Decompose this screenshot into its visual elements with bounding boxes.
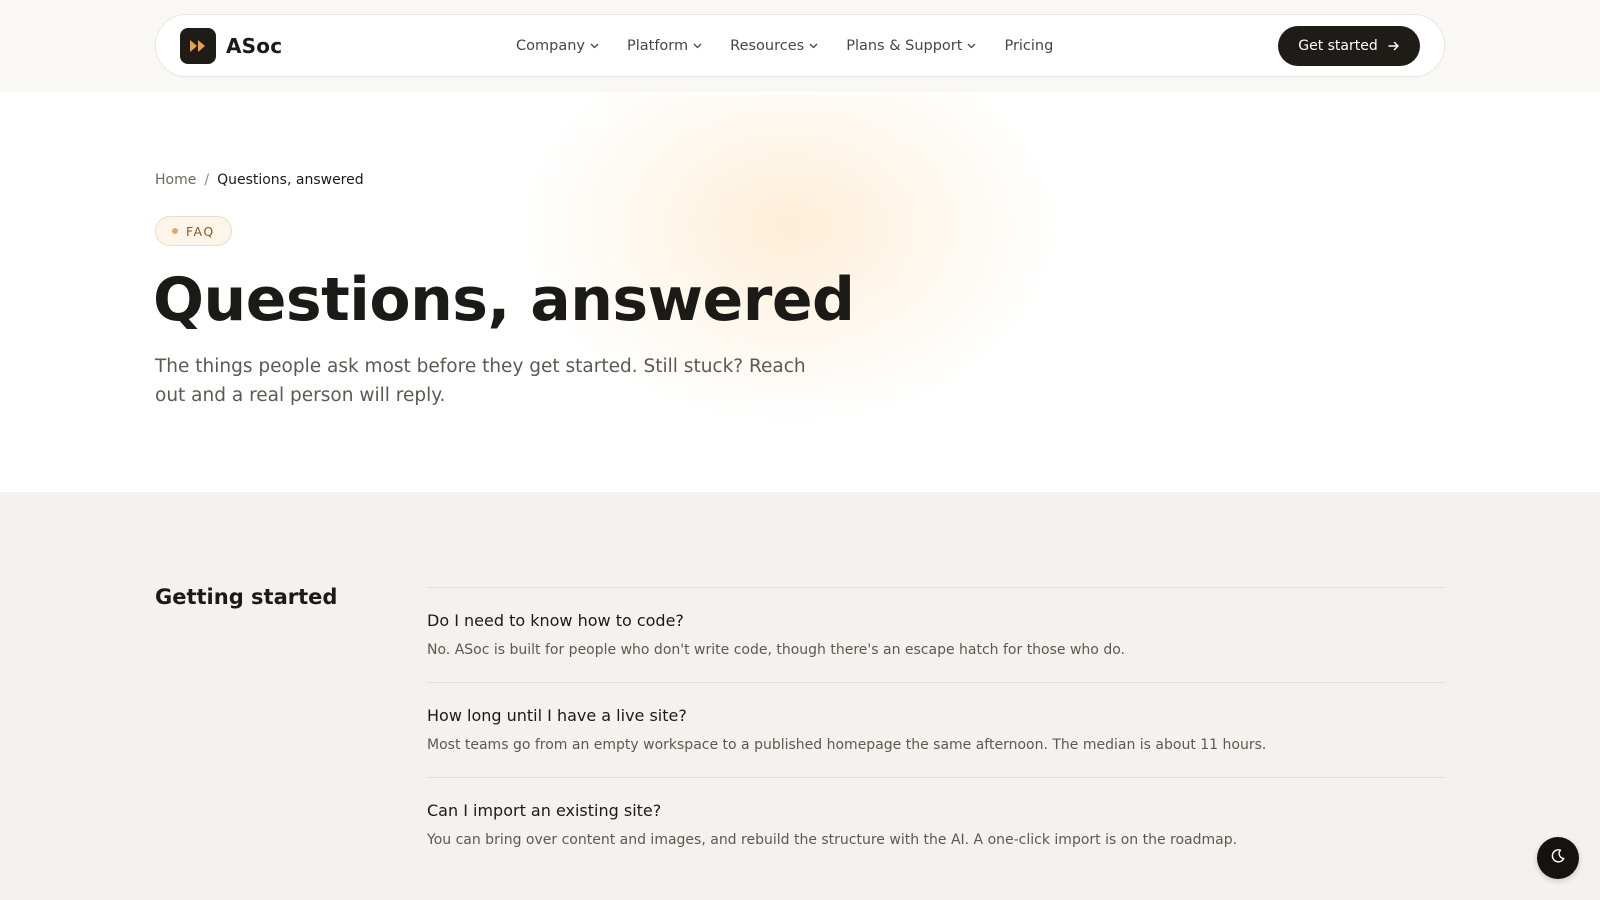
faq-answer: No. ASoc is built for people who don't w… bbox=[427, 642, 1125, 658]
chevron-down-icon bbox=[809, 43, 818, 49]
faq-badge: FAQ bbox=[155, 216, 232, 246]
logo[interactable]: ASoc bbox=[180, 28, 282, 64]
section-heading: Getting started bbox=[155, 585, 338, 609]
main-nav: Company Platform Resources Plans & Suppo… bbox=[516, 15, 1081, 76]
chevron-down-icon bbox=[693, 43, 702, 49]
nav-item-label: Pricing bbox=[1004, 37, 1054, 54]
arrow-right-icon bbox=[1388, 41, 1400, 51]
nav-item-label: Company bbox=[516, 37, 585, 54]
navbar: ASoc Company Platform Resources Plans & … bbox=[155, 14, 1445, 77]
nav-item-plans-support[interactable]: Plans & Support bbox=[846, 38, 976, 54]
brand-name: ASoc bbox=[226, 34, 283, 58]
breadcrumb: Home / Questions, answered bbox=[155, 172, 364, 188]
page-title: Questions, answered bbox=[153, 265, 855, 335]
chevron-down-icon bbox=[967, 43, 976, 49]
faq-item: Do I need to know how to code? No. ASoc … bbox=[427, 587, 1445, 682]
theme-toggle-button[interactable] bbox=[1537, 837, 1579, 879]
nav-item-platform[interactable]: Platform bbox=[627, 38, 702, 54]
faq-badge-label: FAQ bbox=[186, 223, 215, 239]
nav-item-label: Resources bbox=[730, 37, 805, 54]
get-started-label: Get started bbox=[1298, 38, 1378, 54]
fast-forward-icon bbox=[180, 28, 216, 64]
nav-item-resources[interactable]: Resources bbox=[730, 38, 818, 54]
faq-answer: You can bring over content and images, a… bbox=[427, 832, 1238, 848]
breadcrumb-separator: / bbox=[204, 172, 210, 188]
nav-item-label: Plans & Support bbox=[846, 37, 963, 54]
faq-item: How long until I have a live site? Most … bbox=[427, 682, 1445, 777]
faq-answer: Most teams go from an empty workspace to… bbox=[427, 737, 1267, 753]
faq-list: Do I need to know how to code? No. ASoc … bbox=[427, 587, 1445, 872]
faq-item: Can I import an existing site? You can b… bbox=[427, 777, 1445, 872]
badge-dot bbox=[172, 228, 178, 234]
nav-item-company[interactable]: Company bbox=[516, 38, 599, 54]
chevron-down-icon bbox=[590, 43, 599, 49]
page-subtitle: The things people ask most before they g… bbox=[155, 356, 806, 406]
nav-item-label: Platform bbox=[626, 37, 689, 54]
breadcrumb-home-link[interactable]: Home bbox=[155, 172, 196, 188]
nav-item-pricing[interactable]: Pricing bbox=[1004, 38, 1053, 54]
faq-question: Do I need to know how to code? bbox=[427, 611, 684, 630]
get-started-button[interactable]: Get started bbox=[1278, 26, 1420, 66]
faq-question: How long until I have a live site? bbox=[427, 706, 687, 725]
breadcrumb-current: Questions, answered bbox=[217, 172, 364, 188]
faq-section: Getting started Do I need to know how to… bbox=[0, 492, 1600, 900]
faq-question: Can I import an existing site? bbox=[427, 801, 662, 820]
moon-icon bbox=[1550, 848, 1566, 868]
